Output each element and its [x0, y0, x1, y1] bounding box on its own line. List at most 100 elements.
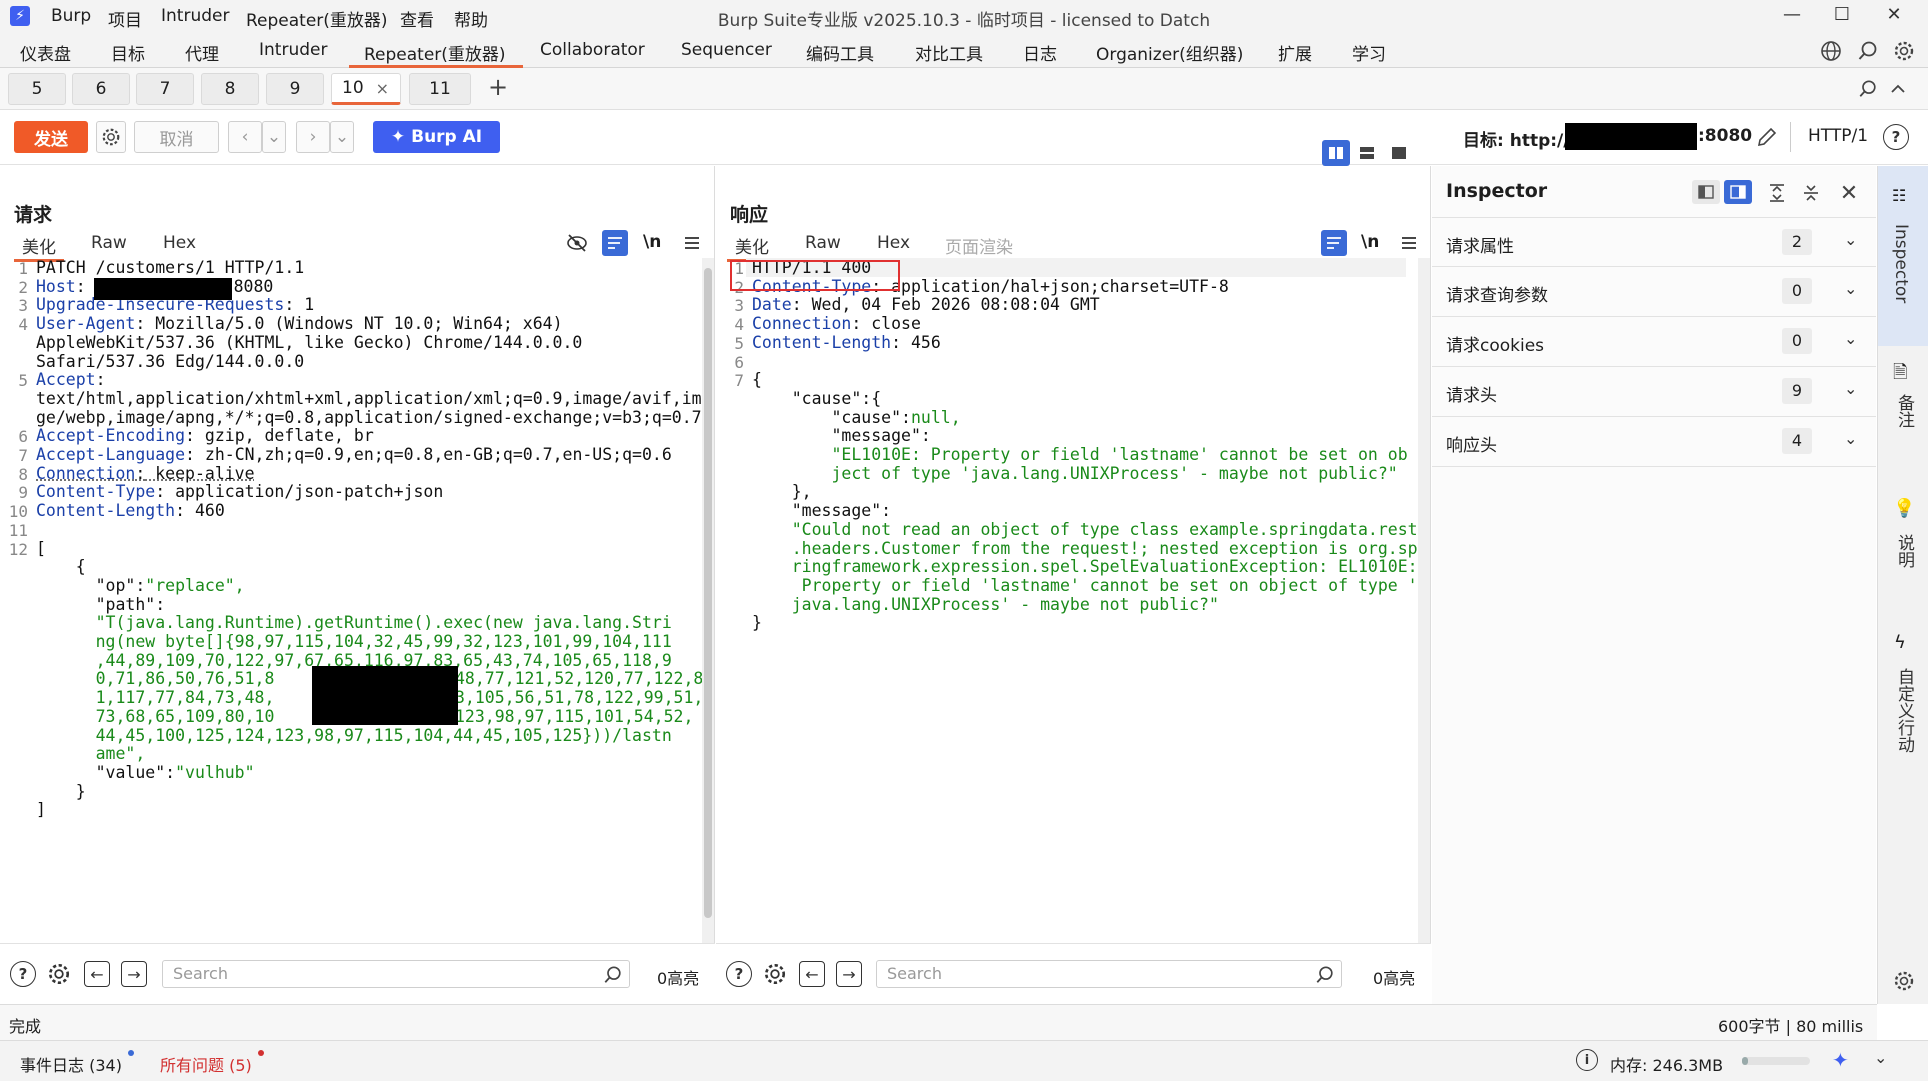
all-issues-link[interactable]: 所有问题 (5): [160, 1052, 252, 1076]
menu-lines-icon[interactable]: [1396, 230, 1422, 256]
repeater-tab-10[interactable]: 10 ×: [331, 73, 401, 105]
side-settings-gear-icon[interactable]: [1891, 968, 1917, 994]
menu-help[interactable]: 帮助: [454, 6, 488, 31]
maximize-icon[interactable]: ☐: [1820, 4, 1864, 30]
layout-side-by-side-icon[interactable]: [1322, 140, 1350, 166]
response-tab-render[interactable]: 页面渲染: [945, 233, 1013, 258]
repeater-tab-11[interactable]: 11: [409, 73, 471, 105]
menu-view[interactable]: 查看: [400, 6, 434, 31]
info-icon[interactable]: i: [1576, 1049, 1598, 1071]
inspector-layout-left-icon[interactable]: [1692, 180, 1720, 204]
chevron-down-icon[interactable]: ⌄: [1874, 1048, 1887, 1067]
tab-repeater[interactable]: Repeater(重放器): [364, 40, 506, 65]
repeater-tab-6[interactable]: 6: [72, 73, 130, 105]
burp-ai-button[interactable]: ✦ Burp AI: [373, 121, 500, 153]
settings-gear-icon[interactable]: [96, 121, 126, 153]
request-scrollbar[interactable]: [702, 258, 714, 943]
forward-history-dropdown-icon[interactable]: ⌄: [330, 121, 354, 153]
request-next-match-icon[interactable]: →: [121, 961, 147, 987]
tab-comparer[interactable]: 对比工具: [915, 40, 983, 65]
chevron-up-icon[interactable]: [1885, 76, 1911, 102]
response-next-match-icon[interactable]: →: [836, 961, 862, 987]
inspector-row-query-params[interactable]: 请求查询参数 0 ⌄: [1432, 267, 1876, 317]
newline-toggle-icon[interactable]: \n: [1361, 232, 1379, 252]
tab-target[interactable]: 目标: [111, 40, 145, 65]
tab-dashboard[interactable]: 仪表盘: [20, 40, 71, 65]
request-tab-raw[interactable]: Raw: [91, 233, 127, 253]
collapse-all-icon[interactable]: [1798, 180, 1824, 206]
repeater-tab-7[interactable]: 7: [136, 73, 194, 105]
hide-nonprintable-icon[interactable]: [564, 230, 590, 256]
request-search-settings-icon[interactable]: [46, 961, 72, 987]
repeater-tab-9[interactable]: 9: [266, 73, 324, 105]
menu-intruder[interactable]: Intruder: [161, 6, 229, 26]
send-button[interactable]: 发送: [14, 121, 88, 153]
expand-all-icon[interactable]: [1764, 180, 1790, 206]
search-tabs-icon[interactable]: [1855, 76, 1881, 102]
inspector-row-request-headers[interactable]: 请求头 9 ⌄: [1432, 367, 1876, 417]
event-log-link[interactable]: 事件日志 (34): [20, 1052, 122, 1076]
request-tab-hex[interactable]: Hex: [163, 233, 196, 253]
menu-project[interactable]: 项目: [108, 6, 142, 31]
request-tab-pretty[interactable]: 美化: [22, 233, 56, 258]
response-search-input[interactable]: Search: [876, 960, 1342, 988]
menu-repeater[interactable]: Repeater(重放器): [246, 6, 388, 31]
back-history-dropdown-icon[interactable]: ⌄: [262, 121, 286, 153]
newline-toggle-icon[interactable]: \n: [643, 232, 661, 252]
http-version-selector[interactable]: HTTP/1: [1808, 126, 1868, 146]
inspector-row-request-attributes[interactable]: 请求属性 2 ⌄: [1432, 217, 1876, 267]
menu-lines-icon[interactable]: [679, 230, 705, 256]
menu-burp[interactable]: Burp: [51, 6, 91, 26]
response-tab-pretty[interactable]: 美化: [735, 233, 769, 258]
request-search-input[interactable]: Search: [162, 960, 630, 988]
request-prev-match-icon[interactable]: ←: [84, 961, 110, 987]
layout-stacked-icon[interactable]: [1354, 140, 1380, 166]
tab-sequencer[interactable]: Sequencer: [681, 40, 772, 60]
layout-tabs-icon[interactable]: [1386, 140, 1412, 166]
inspector-layout-right-icon[interactable]: [1724, 180, 1752, 204]
back-arrow-icon[interactable]: ‹: [228, 121, 262, 153]
side-tab-explanation[interactable]: 💡 说明: [1878, 490, 1928, 620]
response-help-icon[interactable]: ?: [726, 961, 752, 987]
request-help-icon[interactable]: ?: [10, 961, 36, 987]
wrap-lines-icon[interactable]: [1321, 230, 1347, 256]
cancel-button[interactable]: 取消: [134, 121, 219, 153]
gear-icon[interactable]: [1891, 38, 1917, 64]
tab-decoder[interactable]: 编码工具: [806, 40, 874, 65]
side-tab-custom-actions[interactable]: ϟ 自定义行动: [1878, 624, 1928, 794]
response-editor[interactable]: 1 HTTP/1.1 400 2 Content-Type: application/…: [716, 258, 1418, 943]
globe-icon[interactable]: [1818, 38, 1844, 64]
edit-target-pencil-icon[interactable]: [1754, 124, 1780, 150]
side-tab-notes[interactable]: 🗎 备注: [1878, 352, 1928, 482]
layout-switcher: [1320, 138, 1416, 168]
response-tab-raw[interactable]: Raw: [805, 233, 841, 253]
repeater-tab-5[interactable]: 5: [8, 73, 66, 105]
repeater-tab-8[interactable]: 8: [201, 73, 259, 105]
response-scrollbar[interactable]: [1418, 258, 1430, 943]
ai-sparkle-icon[interactable]: ✦: [1832, 1048, 1849, 1072]
tab-intruder[interactable]: Intruder: [259, 40, 327, 60]
close-inspector-icon[interactable]: ✕: [1836, 180, 1862, 206]
close-window-icon[interactable]: ✕: [1872, 4, 1916, 30]
tab-learn[interactable]: 学习: [1352, 40, 1386, 65]
response-tab-hex[interactable]: Hex: [877, 233, 910, 253]
response-prev-match-icon[interactable]: ←: [799, 961, 825, 987]
response-search-settings-icon[interactable]: [762, 961, 788, 987]
json-key: "cause":{: [752, 389, 881, 408]
side-tab-inspector[interactable]: ☷ Inspector: [1878, 166, 1928, 346]
wrap-lines-icon[interactable]: [602, 230, 628, 256]
close-tab-icon[interactable]: ×: [376, 79, 389, 98]
tab-proxy[interactable]: 代理: [185, 40, 219, 65]
help-icon[interactable]: ?: [1883, 124, 1909, 150]
tab-logger[interactable]: 日志: [1023, 40, 1057, 65]
tab-organizer[interactable]: Organizer(组织器): [1096, 40, 1243, 65]
minimize-icon[interactable]: —: [1770, 4, 1814, 30]
forward-arrow-icon[interactable]: ›: [296, 121, 330, 153]
tab-collaborator[interactable]: Collaborator: [540, 40, 645, 60]
search-icon[interactable]: [1855, 38, 1881, 64]
add-tab-icon[interactable]: +: [488, 73, 508, 101]
request-editor[interactable]: 1 PATCH /customers/1 HTTP/1.1 2 Host::8080 3…: [0, 258, 702, 943]
tab-extensions[interactable]: 扩展: [1278, 40, 1312, 65]
inspector-row-response-headers[interactable]: 响应头 4 ⌄: [1432, 417, 1876, 467]
inspector-row-cookies[interactable]: 请求cookies 0 ⌄: [1432, 317, 1876, 367]
